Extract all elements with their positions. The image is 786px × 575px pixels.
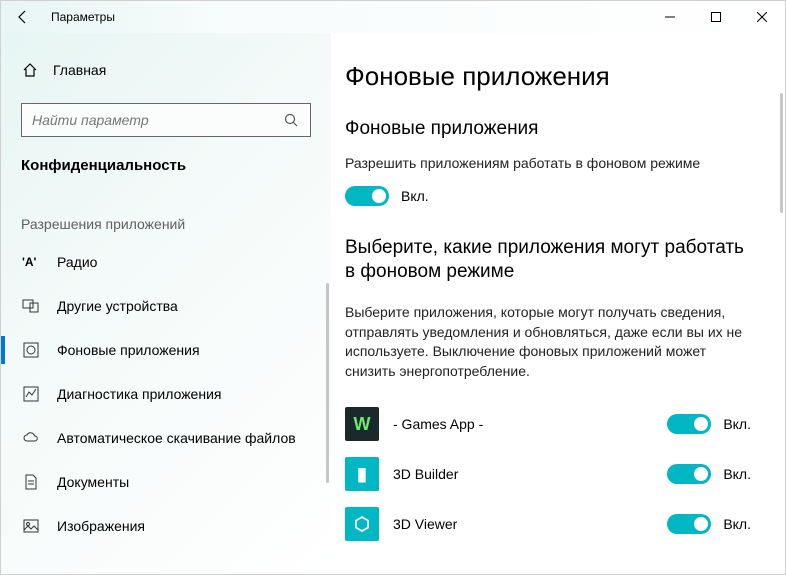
sidebar-item-other-devices[interactable]: Другие устройства xyxy=(1,284,331,328)
sidebar-item-radio[interactable]: 'A' Радио xyxy=(1,240,331,284)
search-input[interactable] xyxy=(32,112,282,128)
minimize-button[interactable] xyxy=(647,1,693,33)
main-scrollbar[interactable] xyxy=(780,93,783,213)
apps-list: W - Games App - Вкл. ▮ 3D Builder Вкл. ⬡ 3D Vie… xyxy=(345,399,751,549)
master-toggle-label: Разрешить приложениям работать в фоновом… xyxy=(345,154,751,174)
maximize-button[interactable] xyxy=(693,1,739,33)
app-toggle[interactable] xyxy=(667,464,711,484)
sidebar-item-label: Изображения xyxy=(57,518,145,534)
sidebar-home-label: Главная xyxy=(53,62,106,78)
sidebar-item-pictures[interactable]: Изображения xyxy=(1,504,331,548)
app-toggle[interactable] xyxy=(667,414,711,434)
sidebar-nav: 'A' Радио Другие устройства Фоновые прил… xyxy=(1,240,331,548)
section-heading-master: Фоновые приложения xyxy=(345,118,751,140)
app-toggle-state: Вкл. xyxy=(723,466,751,482)
sidebar-item-documents[interactable]: Документы xyxy=(1,460,331,504)
close-button[interactable] xyxy=(739,1,785,33)
sidebar-scrollbar[interactable] xyxy=(326,283,329,483)
pictures-icon xyxy=(21,516,41,536)
app-name: 3D Builder xyxy=(393,466,653,482)
master-toggle[interactable] xyxy=(345,186,389,206)
master-toggle-state: Вкл. xyxy=(401,188,429,204)
app-row: ⬡ 3D Viewer Вкл. xyxy=(345,499,751,549)
app-row: ▮ 3D Builder Вкл. xyxy=(345,449,751,499)
devices-icon xyxy=(21,296,41,316)
sidebar-item-app-diagnostics[interactable]: Диагностика приложения xyxy=(1,372,331,416)
sidebar-item-background-apps[interactable]: Фоновые приложения xyxy=(1,328,331,372)
sidebar-item-label: Другие устройства xyxy=(57,298,178,314)
background-apps-icon xyxy=(21,340,41,360)
search-icon xyxy=(282,113,300,127)
window-title: Параметры xyxy=(45,10,115,24)
svg-text:'A': 'A' xyxy=(22,255,37,269)
back-button[interactable] xyxy=(1,1,45,33)
sidebar-section-title: Конфиденциальность xyxy=(1,157,331,192)
app-icon: ⬡ xyxy=(345,507,379,541)
app-name: 3D Viewer xyxy=(393,516,653,532)
app-icon: W xyxy=(345,407,379,441)
sidebar-home[interactable]: Главная xyxy=(1,53,331,87)
sidebar-item-label: Диагностика приложения xyxy=(57,386,221,402)
main-content: Фоновые приложения Фоновые приложения Ра… xyxy=(331,33,785,574)
sidebar-item-label: Документы xyxy=(57,474,129,490)
sidebar-item-label: Автоматическое скачивание файлов xyxy=(57,430,296,446)
apps-description: Выберите приложения, которые могут получ… xyxy=(345,303,751,381)
app-icon: ▮ xyxy=(345,457,379,491)
app-row: W - Games App - Вкл. xyxy=(345,399,751,449)
sidebar: Главная Конфиденциальность Разрешения пр… xyxy=(1,33,331,574)
sidebar-item-label: Фоновые приложения xyxy=(57,342,200,358)
home-icon xyxy=(21,61,39,79)
documents-icon xyxy=(21,472,41,492)
app-name: - Games App - xyxy=(393,416,653,432)
cloud-icon xyxy=(21,428,41,448)
diagnostics-icon xyxy=(21,384,41,404)
radio-icon: 'A' xyxy=(21,252,41,272)
sidebar-item-auto-download[interactable]: Автоматическое скачивание файлов xyxy=(1,416,331,460)
app-toggle-state: Вкл. xyxy=(723,416,751,432)
page-title: Фоновые приложения xyxy=(345,61,751,92)
section-heading-apps: Выберите, какие приложения могут работат… xyxy=(345,236,751,285)
app-toggle[interactable] xyxy=(667,514,711,534)
titlebar: Параметры xyxy=(1,1,785,33)
sidebar-subsection: Разрешения приложений xyxy=(1,192,331,240)
sidebar-item-label: Радио xyxy=(57,254,97,270)
app-toggle-state: Вкл. xyxy=(723,516,751,532)
search-input-wrap[interactable] xyxy=(21,103,311,137)
